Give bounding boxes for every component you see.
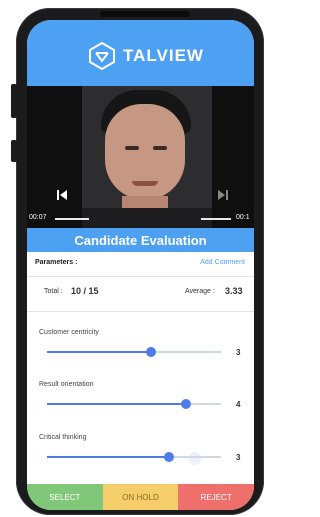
brand-logo: TALVIEW [87, 41, 204, 71]
param-customer-centricity: Customer centricity 3 [27, 329, 254, 369]
param-name: Critical thinking [39, 434, 87, 441]
total-label: Total : [44, 288, 63, 295]
slider-knob[interactable] [163, 452, 174, 462]
candidate-eye-left [125, 146, 139, 150]
score-slider[interactable] [47, 399, 221, 409]
select-button[interactable]: SELECT [27, 484, 103, 510]
reject-button[interactable]: REJECT [178, 484, 254, 510]
average-value: 3.33 [225, 286, 243, 296]
slider-knob[interactable] [146, 347, 157, 357]
slider-fill [47, 456, 169, 458]
skip-previous-icon[interactable] [56, 189, 68, 204]
slider-fill [47, 351, 152, 353]
average-label: Average : [185, 288, 215, 295]
skip-next-icon[interactable] [217, 189, 229, 204]
volume-button [11, 84, 17, 118]
candidate-eye-right [153, 146, 167, 150]
section-title: Candidate Evaluation [27, 228, 254, 252]
progress-bar-right[interactable] [201, 218, 231, 220]
phone-speaker [100, 11, 190, 17]
score-slider[interactable] [47, 452, 221, 462]
power-button [11, 140, 17, 162]
score-summary: Total : 10 / 15 Average : 3.33 [27, 284, 254, 304]
video-player[interactable]: 00:07 00:1 [27, 86, 254, 228]
on-hold-button[interactable]: ON HOLD [102, 484, 179, 510]
param-name: Customer centricity [39, 329, 99, 336]
param-score: 3 [236, 453, 241, 462]
parameters-header: Parameters : Add Comment [27, 259, 254, 273]
total-value: 10 / 15 [71, 286, 99, 296]
param-score: 3 [236, 348, 241, 357]
param-result-orientation: Result orientation 4 [27, 381, 254, 421]
action-bar: SELECT ON HOLD REJECT [27, 484, 254, 510]
slider-fill [47, 403, 187, 405]
remaining-time: 00:1 [236, 214, 250, 221]
app-screen: TALVIEW 00:07 00:1 Candidate Evaluation … [27, 20, 254, 510]
param-critical-thinking: Critical thinking 3 [27, 434, 254, 474]
progress-bar-left[interactable] [55, 218, 89, 220]
candidate-shirt [82, 208, 212, 228]
param-score: 4 [236, 400, 241, 409]
divider [27, 276, 254, 277]
score-slider[interactable] [47, 347, 221, 357]
param-name: Result orientation [39, 381, 94, 388]
candidate-mouth [132, 181, 158, 186]
divider [27, 311, 254, 312]
add-comment-link[interactable]: Add Comment [200, 259, 245, 266]
talview-logo-icon [89, 41, 115, 71]
slider-knob[interactable] [181, 399, 192, 409]
app-header: TALVIEW [27, 20, 254, 86]
parameters-label: Parameters : [35, 259, 78, 266]
brand-name: TALVIEW [123, 46, 204, 65]
elapsed-time: 00:07 [29, 214, 47, 221]
